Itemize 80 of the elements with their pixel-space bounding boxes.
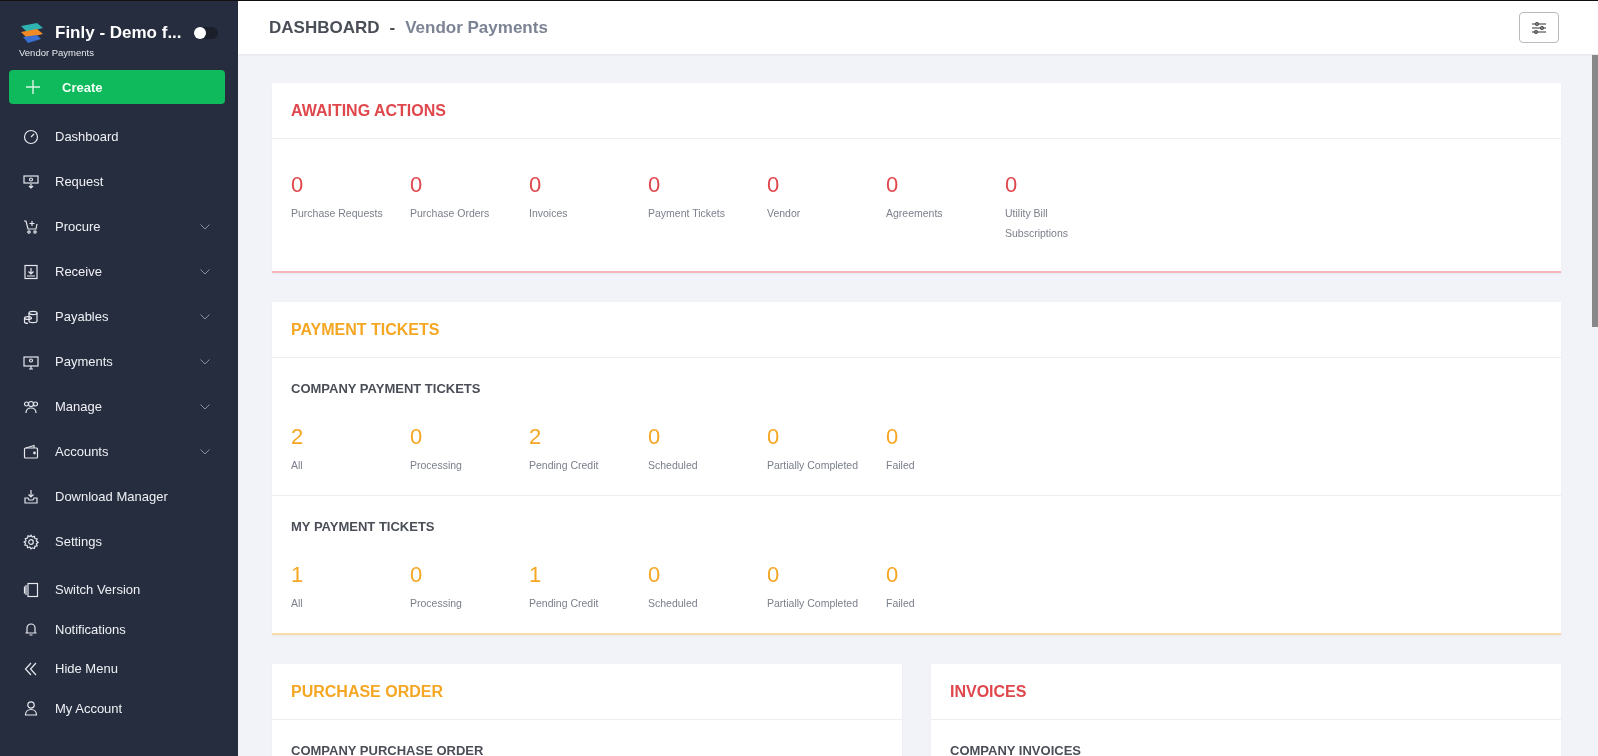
nav-item[interactable]: Download Manager	[0, 474, 238, 519]
stat-label: Failed	[886, 596, 915, 611]
theme-toggle[interactable]	[193, 27, 218, 39]
cart-icon	[23, 218, 39, 235]
nav-item[interactable]: Notifications	[0, 609, 238, 649]
bell-icon	[23, 621, 39, 638]
nav-item[interactable]: Dashboard	[0, 114, 238, 159]
chevron-down-icon	[200, 358, 210, 365]
stat-label: Purchase Requests	[291, 206, 383, 221]
group-title: COMPANY PURCHASE ORDER	[291, 742, 485, 756]
section-title: AWAITING ACTIONS	[272, 83, 1561, 139]
coins-icon	[23, 308, 39, 325]
panels-icon	[23, 581, 39, 598]
nav-item[interactable]: Payments	[0, 339, 238, 384]
users-icon	[23, 398, 39, 415]
gauge-icon	[23, 128, 39, 145]
group-title: COMPANY INVOICES	[950, 742, 1082, 756]
nav-item[interactable]: Receive	[0, 249, 238, 294]
stat-label: Failed	[886, 458, 915, 473]
stat-label: Scheduled	[648, 458, 698, 473]
nav-item[interactable]: Procure	[0, 204, 238, 249]
stat-label: Pending Credit	[529, 596, 599, 611]
stat-value[interactable]: 0	[886, 172, 899, 198]
stat-value[interactable]: 0	[291, 172, 304, 198]
chevron-down-icon	[200, 403, 210, 410]
banknote-icon	[23, 173, 39, 190]
page-subtitle: Vendor Payments	[405, 17, 548, 38]
chevron-down-icon	[200, 313, 210, 320]
filter-button[interactable]	[1519, 12, 1559, 43]
stat-label: Purchase Orders	[410, 206, 490, 221]
logo-icon	[19, 22, 45, 44]
chevron-down-icon	[200, 268, 210, 275]
stat-label: Vendor	[767, 206, 801, 221]
nav-item[interactable]: Switch Version	[0, 570, 238, 610]
wallet-icon	[23, 443, 39, 460]
scrollbar[interactable]	[1592, 55, 1598, 327]
monitor-icon	[23, 353, 39, 370]
stat-label: Scheduled	[648, 596, 698, 611]
stat-label: Payment Tickets	[648, 206, 726, 221]
stat-value[interactable]: 0	[767, 172, 780, 198]
nav-item[interactable]: Request	[0, 159, 238, 204]
stat-value[interactable]: 0	[410, 172, 423, 198]
stat-label: All	[291, 596, 303, 611]
stat-label: Pending Credit	[529, 458, 599, 473]
stat-value[interactable]: 0	[1005, 172, 1018, 198]
nav-item[interactable]: Payables	[0, 294, 238, 339]
nav-item[interactable]: Settings	[0, 519, 238, 564]
stat-value[interactable]: 0	[648, 172, 661, 198]
stat-value[interactable]: 0	[529, 172, 542, 198]
stat-label: Processing	[410, 596, 462, 611]
double-chevron-icon	[23, 660, 39, 677]
section-title: PAYMENT TICKETS	[272, 302, 1561, 358]
stat-label: Agreements	[886, 206, 943, 221]
app-name: Finly - Demo f...	[55, 23, 182, 43]
sliders-icon	[1532, 21, 1546, 34]
section-title: PURCHASE ORDER	[272, 664, 902, 720]
nav-item[interactable]: Manage	[0, 384, 238, 429]
stat-label: Utility Bill Subscriptions	[1005, 206, 1070, 241]
tray-icon	[23, 488, 39, 505]
stat-label: Partially Completed	[767, 596, 859, 611]
group-title: MY PAYMENT TICKETS	[291, 518, 436, 534]
nav-item[interactable]: Accounts	[0, 429, 238, 474]
create-button[interactable]: Create	[9, 70, 225, 104]
page-title: DASHBOARD	[269, 17, 380, 38]
inbox-icon	[23, 263, 39, 280]
stat-label: All	[291, 458, 303, 473]
settings-icon	[23, 533, 39, 550]
user-icon	[23, 700, 39, 717]
chevron-down-icon	[200, 223, 210, 230]
chevron-down-icon	[200, 448, 210, 455]
nav-item[interactable]: Hide Menu	[0, 649, 238, 689]
app-subtitle: Vendor Payments	[18, 47, 94, 58]
title-separator: -	[389, 17, 396, 38]
nav-item[interactable]: My Account	[0, 688, 238, 728]
stat-label: Processing	[410, 458, 462, 473]
stat-label: Partially Completed	[767, 458, 859, 473]
stat-label: Invoices	[529, 206, 568, 221]
group-title: COMPANY PAYMENT TICKETS	[291, 380, 482, 396]
section-title: INVOICES	[931, 664, 1561, 720]
plus-icon	[26, 80, 40, 94]
